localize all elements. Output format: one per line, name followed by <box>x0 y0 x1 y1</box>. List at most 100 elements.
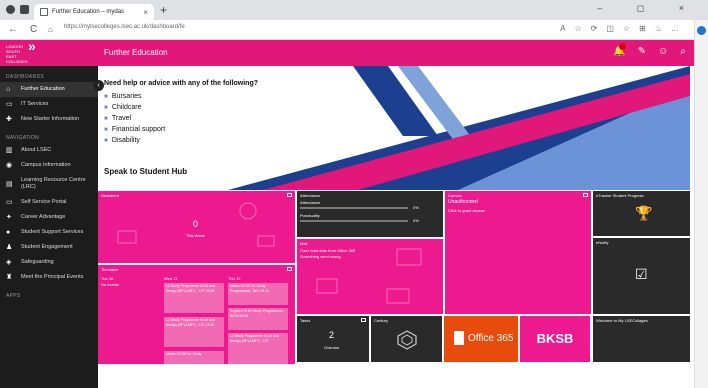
tile-title: Attendance <box>300 193 321 198</box>
office-label: Office 365 <box>468 333 514 344</box>
sidebar-item-it-services[interactable]: ▭ IT Services <box>0 97 98 112</box>
monitor-icon: ▭ <box>6 101 13 108</box>
speak-to-student-hub[interactable]: Speak to Student Hub <box>104 167 187 176</box>
checkbox-icon: ☑ <box>635 266 648 282</box>
welcome-tile[interactable]: Welcome to My LSECollages <box>593 316 690 362</box>
user-icon[interactable]: ☺ <box>658 46 668 57</box>
browser-tab[interactable]: Further Education – mydas × <box>34 4 154 20</box>
notification-badge <box>619 43 627 50</box>
list-item: » Disability <box>104 137 140 144</box>
sidebar-item-lrc[interactable]: ▤ Learning Resource Centre (LRC) <box>0 173 98 195</box>
edge-sidebar <box>694 20 708 388</box>
sidebar-item-label: Self Service Portal <box>21 199 67 205</box>
news-count: 0 <box>193 219 199 229</box>
link-icon[interactable]: ✎ <box>638 46 646 57</box>
help-list: » Bursaries » Childcare » Travel » Financial… <box>104 93 165 148</box>
timetable-event[interactable]: L2 Study Programme in Art and Design (SP… <box>228 333 288 364</box>
sidebar-item-safeguarding[interactable]: ◈ Safeguarding <box>0 255 98 270</box>
home-icon: ⌂ <box>6 86 11 93</box>
profile-icon[interactable] <box>6 5 15 14</box>
search-icon[interactable]: ⌕ <box>680 46 686 57</box>
back-icon[interactable]: ← <box>8 24 18 35</box>
section-apps: APPS <box>6 293 21 299</box>
punctuality-pct: 0% <box>413 218 419 223</box>
sidebar-item-further-education[interactable]: ⌂ Further Education <box>0 82 98 97</box>
bksb-tile[interactable]: BKSB <box>520 316 590 362</box>
browser-tabbar: Further Education – mydas × + – ◻ × <box>0 0 708 20</box>
list-item: » Travel <box>104 115 132 122</box>
canvas-tile[interactable]: Canvas Unauthorised Click to grant acces… <box>445 191 591 314</box>
college-logo[interactable]: LONDON SOUTH EAST COLLEGES » <box>6 38 42 64</box>
edge-copilot-icon[interactable] <box>697 26 706 35</box>
tile-title: Timetable <box>101 267 119 272</box>
expand-icon[interactable] <box>583 193 588 197</box>
window-controls[interactable]: – ◻ × <box>597 3 700 14</box>
list-item: » Childcare <box>104 104 142 111</box>
tab-close-icon[interactable]: × <box>143 8 148 17</box>
student-hub-banner[interactable]: Need help or advice with any of the foll… <box>98 66 690 190</box>
mail-tile[interactable]: Mail Can't load data from Office 365 Som… <box>297 239 443 314</box>
map-pin-icon: ◉ <box>6 162 13 169</box>
support-icon: ● <box>6 229 11 236</box>
tile-title: Century <box>374 318 389 323</box>
tasks-tile[interactable]: Tasks 2 Overdue <box>297 316 369 362</box>
timetable-event[interactable]: Maths GCSE for Study <box>164 351 224 364</box>
person-icon: ♜ <box>6 274 13 281</box>
tile-title: Welcome to My LSECollages <box>596 318 648 323</box>
expand-icon[interactable] <box>287 267 292 271</box>
browser-toolbar-icons[interactable]: A☆⟳◫☆⊞♨… <box>560 24 688 33</box>
timetable-event[interactable]: L2 Study Programme in Art and Design (SP… <box>164 317 224 347</box>
timetable-event[interactable]: English FS for Study Programmes - B013 0… <box>228 308 288 330</box>
bell-icon[interactable]: 🔔 <box>613 43 627 57</box>
task-count: 2 <box>329 330 335 340</box>
timetable-event[interactable]: L2 Study Programme in Art and Design (SP… <box>164 283 224 313</box>
punctuality-bar <box>300 220 408 222</box>
expand-icon[interactable] <box>361 318 366 322</box>
sidebar-item-career[interactable]: ✦ Career Advantage <box>0 210 98 225</box>
url-field[interactable]: https://mylsecolleges.lsec.ac.uk/dashboa… <box>64 24 185 30</box>
timetable-event[interactable]: Maths GCSE for Study Programmes - B01 09… <box>228 283 288 305</box>
sidebar-item-engagement[interactable]: ♟ Student Engagement <box>0 240 98 255</box>
page-favicon-icon <box>40 8 48 16</box>
punctuality-label: Punctuality <box>300 213 320 218</box>
tab-title: Further Education – mydas <box>52 9 125 15</box>
laptop-icon: ▭ <box>6 199 13 206</box>
sidebar-item-label: Meet the Principal Events <box>21 274 84 280</box>
users-icon: ♟ <box>6 244 13 251</box>
sidebar-item-about[interactable]: ▥ About LSEC <box>0 143 98 158</box>
etracker-tile[interactable]: eTracker Student Progress 🏆 <box>593 191 690 236</box>
canvas-access-link[interactable]: Click to grant access <box>448 208 485 213</box>
plus-icon: ✦ <box>6 214 12 221</box>
news-caption: This Week <box>186 233 205 238</box>
sidebar-item-support[interactable]: ● Student Support Services <box>0 225 98 240</box>
attendance-tile[interactable]: Attendance Attendance 0% Punctuality 0% <box>297 191 443 237</box>
logo-text: LONDON SOUTH EAST COLLEGES <box>6 44 28 64</box>
sidebar-item-label: IT Services <box>21 101 49 107</box>
sidebar-item-self-service[interactable]: ▭ Self Service Portal <box>0 195 98 210</box>
collapse-sidebar-icon[interactable]: ‹ <box>93 80 104 91</box>
logo-chevron-icon: » <box>28 38 36 54</box>
century-tile[interactable]: Century <box>371 316 442 362</box>
attendance-pct: 0% <box>413 205 419 210</box>
header-icons: 🔔 ✎ ☺ ⌕ <box>613 43 686 57</box>
new-tab-button[interactable]: + <box>160 3 167 17</box>
sidebar-item-new-starter[interactable]: ✚ New Starter Information <box>0 112 98 127</box>
enotify-tile[interactable]: eNotify ☑ <box>593 238 690 314</box>
sidebar-item-campus[interactable]: ◉ Campus Information <box>0 158 98 173</box>
building-icon: ▥ <box>6 147 13 154</box>
double-chevron-icon: » <box>104 104 108 111</box>
refresh-icon[interactable]: C <box>30 24 37 35</box>
day-header: Tue 10 <box>101 276 114 281</box>
shield-icon: ◈ <box>6 259 12 266</box>
office-365-tile[interactable]: Office 365 <box>444 316 518 362</box>
timetable-tile[interactable]: Timetable Tue 10 No events Wed 11 Thu 12… <box>98 265 295 364</box>
tile-title: Canvas <box>448 193 462 198</box>
sidebar-item-label: Career Advantage <box>21 214 66 220</box>
sidebar-item-label: Learning Resource Centre (LRC) <box>21 177 86 190</box>
tab-actions-icon[interactable] <box>20 5 29 14</box>
lock-icon[interactable]: ⌂ <box>48 25 53 34</box>
newsfeed-tile[interactable]: Newsfeed 0 This Week <box>98 191 295 263</box>
list-item: » Bursaries <box>104 93 142 100</box>
sidebar-item-principal[interactable]: ♜ Meet the Principal Events <box>0 270 98 285</box>
section-navigation: NAVIGATION <box>6 135 40 141</box>
